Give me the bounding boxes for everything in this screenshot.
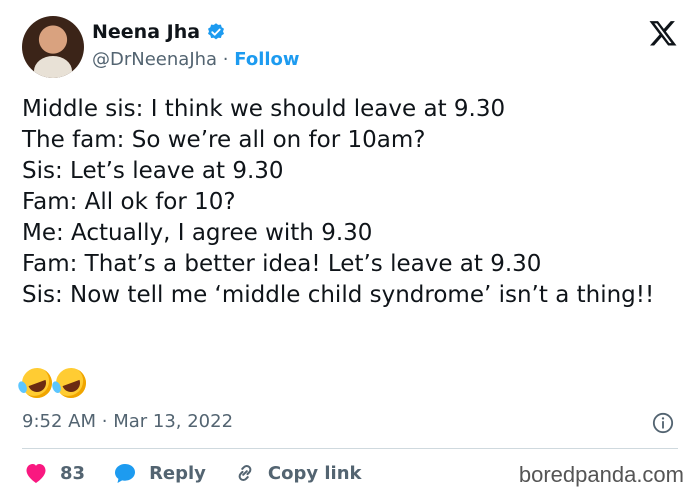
tweet-line: The fam: So we’re all on for 10am? bbox=[22, 127, 426, 153]
tweet-text: Middle sis: I think we should leave at 9… bbox=[22, 94, 672, 311]
link-icon bbox=[238, 464, 252, 482]
tweet-line: Fam: That’s a better idea! Let’s leave a… bbox=[22, 251, 542, 277]
like-count: 83 bbox=[60, 462, 86, 484]
x-logo-icon[interactable] bbox=[648, 18, 678, 48]
tweet-line: Me: Actually, I agree with 9.30 bbox=[22, 220, 373, 246]
author-name[interactable]: Neena Jha bbox=[92, 20, 200, 44]
separator: · bbox=[101, 411, 108, 432]
like-button[interactable]: 83 bbox=[24, 462, 85, 484]
verified-badge-icon bbox=[208, 23, 225, 40]
timestamp[interactable]: 9:52 AM · Mar 13, 2022 bbox=[22, 410, 233, 434]
author-name-row: Neena Jha bbox=[92, 20, 226, 44]
tweet-line: Sis: Let’s leave at 9.30 bbox=[22, 158, 284, 184]
author-handle-row: @DrNeenaJha · Follow bbox=[92, 48, 300, 72]
rolling-laughing-emoji-icon bbox=[17, 363, 57, 403]
reply-bubble-icon bbox=[115, 464, 136, 483]
separator: · bbox=[222, 49, 229, 70]
info-icon[interactable] bbox=[652, 412, 674, 434]
copy-link-button[interactable]: Copy link bbox=[234, 462, 362, 484]
tweet-line: Sis: Now tell me ‘middle child syndrome’… bbox=[22, 282, 655, 308]
watermark: boredpanda.com bbox=[518, 462, 684, 487]
emoji-row bbox=[17, 363, 91, 403]
divider bbox=[22, 448, 678, 449]
tweet-time: 9:52 AM bbox=[22, 411, 96, 432]
avatar[interactable] bbox=[22, 16, 84, 78]
tweet-line: Middle sis: I think we should leave at 9… bbox=[22, 96, 506, 122]
actions-bar: 83 Reply Copy link bbox=[24, 462, 390, 484]
author-handle[interactable]: @DrNeenaJha bbox=[92, 49, 217, 70]
reply-label: Reply bbox=[149, 462, 206, 484]
heart-icon bbox=[26, 464, 46, 483]
reply-button[interactable]: Reply bbox=[113, 462, 206, 484]
rolling-laughing-emoji-icon bbox=[51, 363, 91, 403]
tweet-line: Fam: All ok for 10? bbox=[22, 189, 236, 215]
follow-button[interactable]: Follow bbox=[234, 49, 299, 70]
copy-link-label: Copy link bbox=[267, 462, 362, 484]
tweet-date: Mar 13, 2022 bbox=[113, 411, 234, 432]
